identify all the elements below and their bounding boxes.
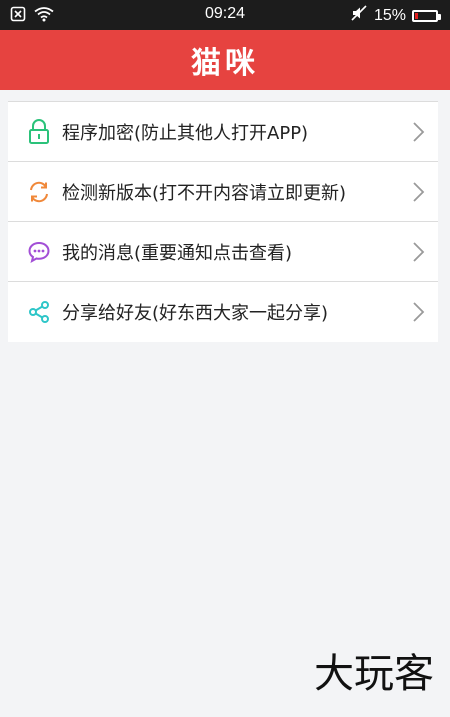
menu-item-label: 检测新版本(打不开内容请立即更新) xyxy=(62,182,347,204)
app-header: 猫咪 xyxy=(0,30,450,90)
menu-item-share[interactable]: 分享给好友(好东西大家一起分享) xyxy=(8,282,438,342)
share-icon xyxy=(26,299,52,325)
menu-list: 程序加密(防止其他人打开APP) 检测新版本(打不开内容请立即更新) 我的消息(… xyxy=(8,101,438,342)
watermark-logo: 大玩客 xyxy=(314,651,434,697)
menu-item-label: 我的消息(重要通知点击查看) xyxy=(62,242,293,264)
chevron-right-icon xyxy=(408,241,428,263)
refresh-icon xyxy=(26,179,52,205)
message-icon xyxy=(26,239,52,265)
chevron-right-icon xyxy=(408,181,428,203)
page-title: 猫咪 xyxy=(191,46,259,81)
status-bar: 09:24 15% xyxy=(0,0,450,30)
battery-icon xyxy=(412,9,441,22)
menu-item-label: 程序加密(防止其他人打开APP) xyxy=(62,122,309,144)
chevron-right-icon xyxy=(408,301,428,323)
menu-item-encrypt[interactable]: 程序加密(防止其他人打开APP) xyxy=(8,102,438,162)
status-right: 15% xyxy=(350,5,441,26)
menu-item-messages[interactable]: 我的消息(重要通知点击查看) xyxy=(8,222,438,282)
menu-item-label: 分享给好友(好东西大家一起分享) xyxy=(62,303,329,324)
menu-item-update[interactable]: 检测新版本(打不开内容请立即更新) xyxy=(8,162,438,222)
mute-icon xyxy=(350,5,368,26)
battery-percent: 15% xyxy=(373,6,406,24)
chevron-right-icon xyxy=(408,121,428,143)
lock-icon xyxy=(26,118,52,145)
